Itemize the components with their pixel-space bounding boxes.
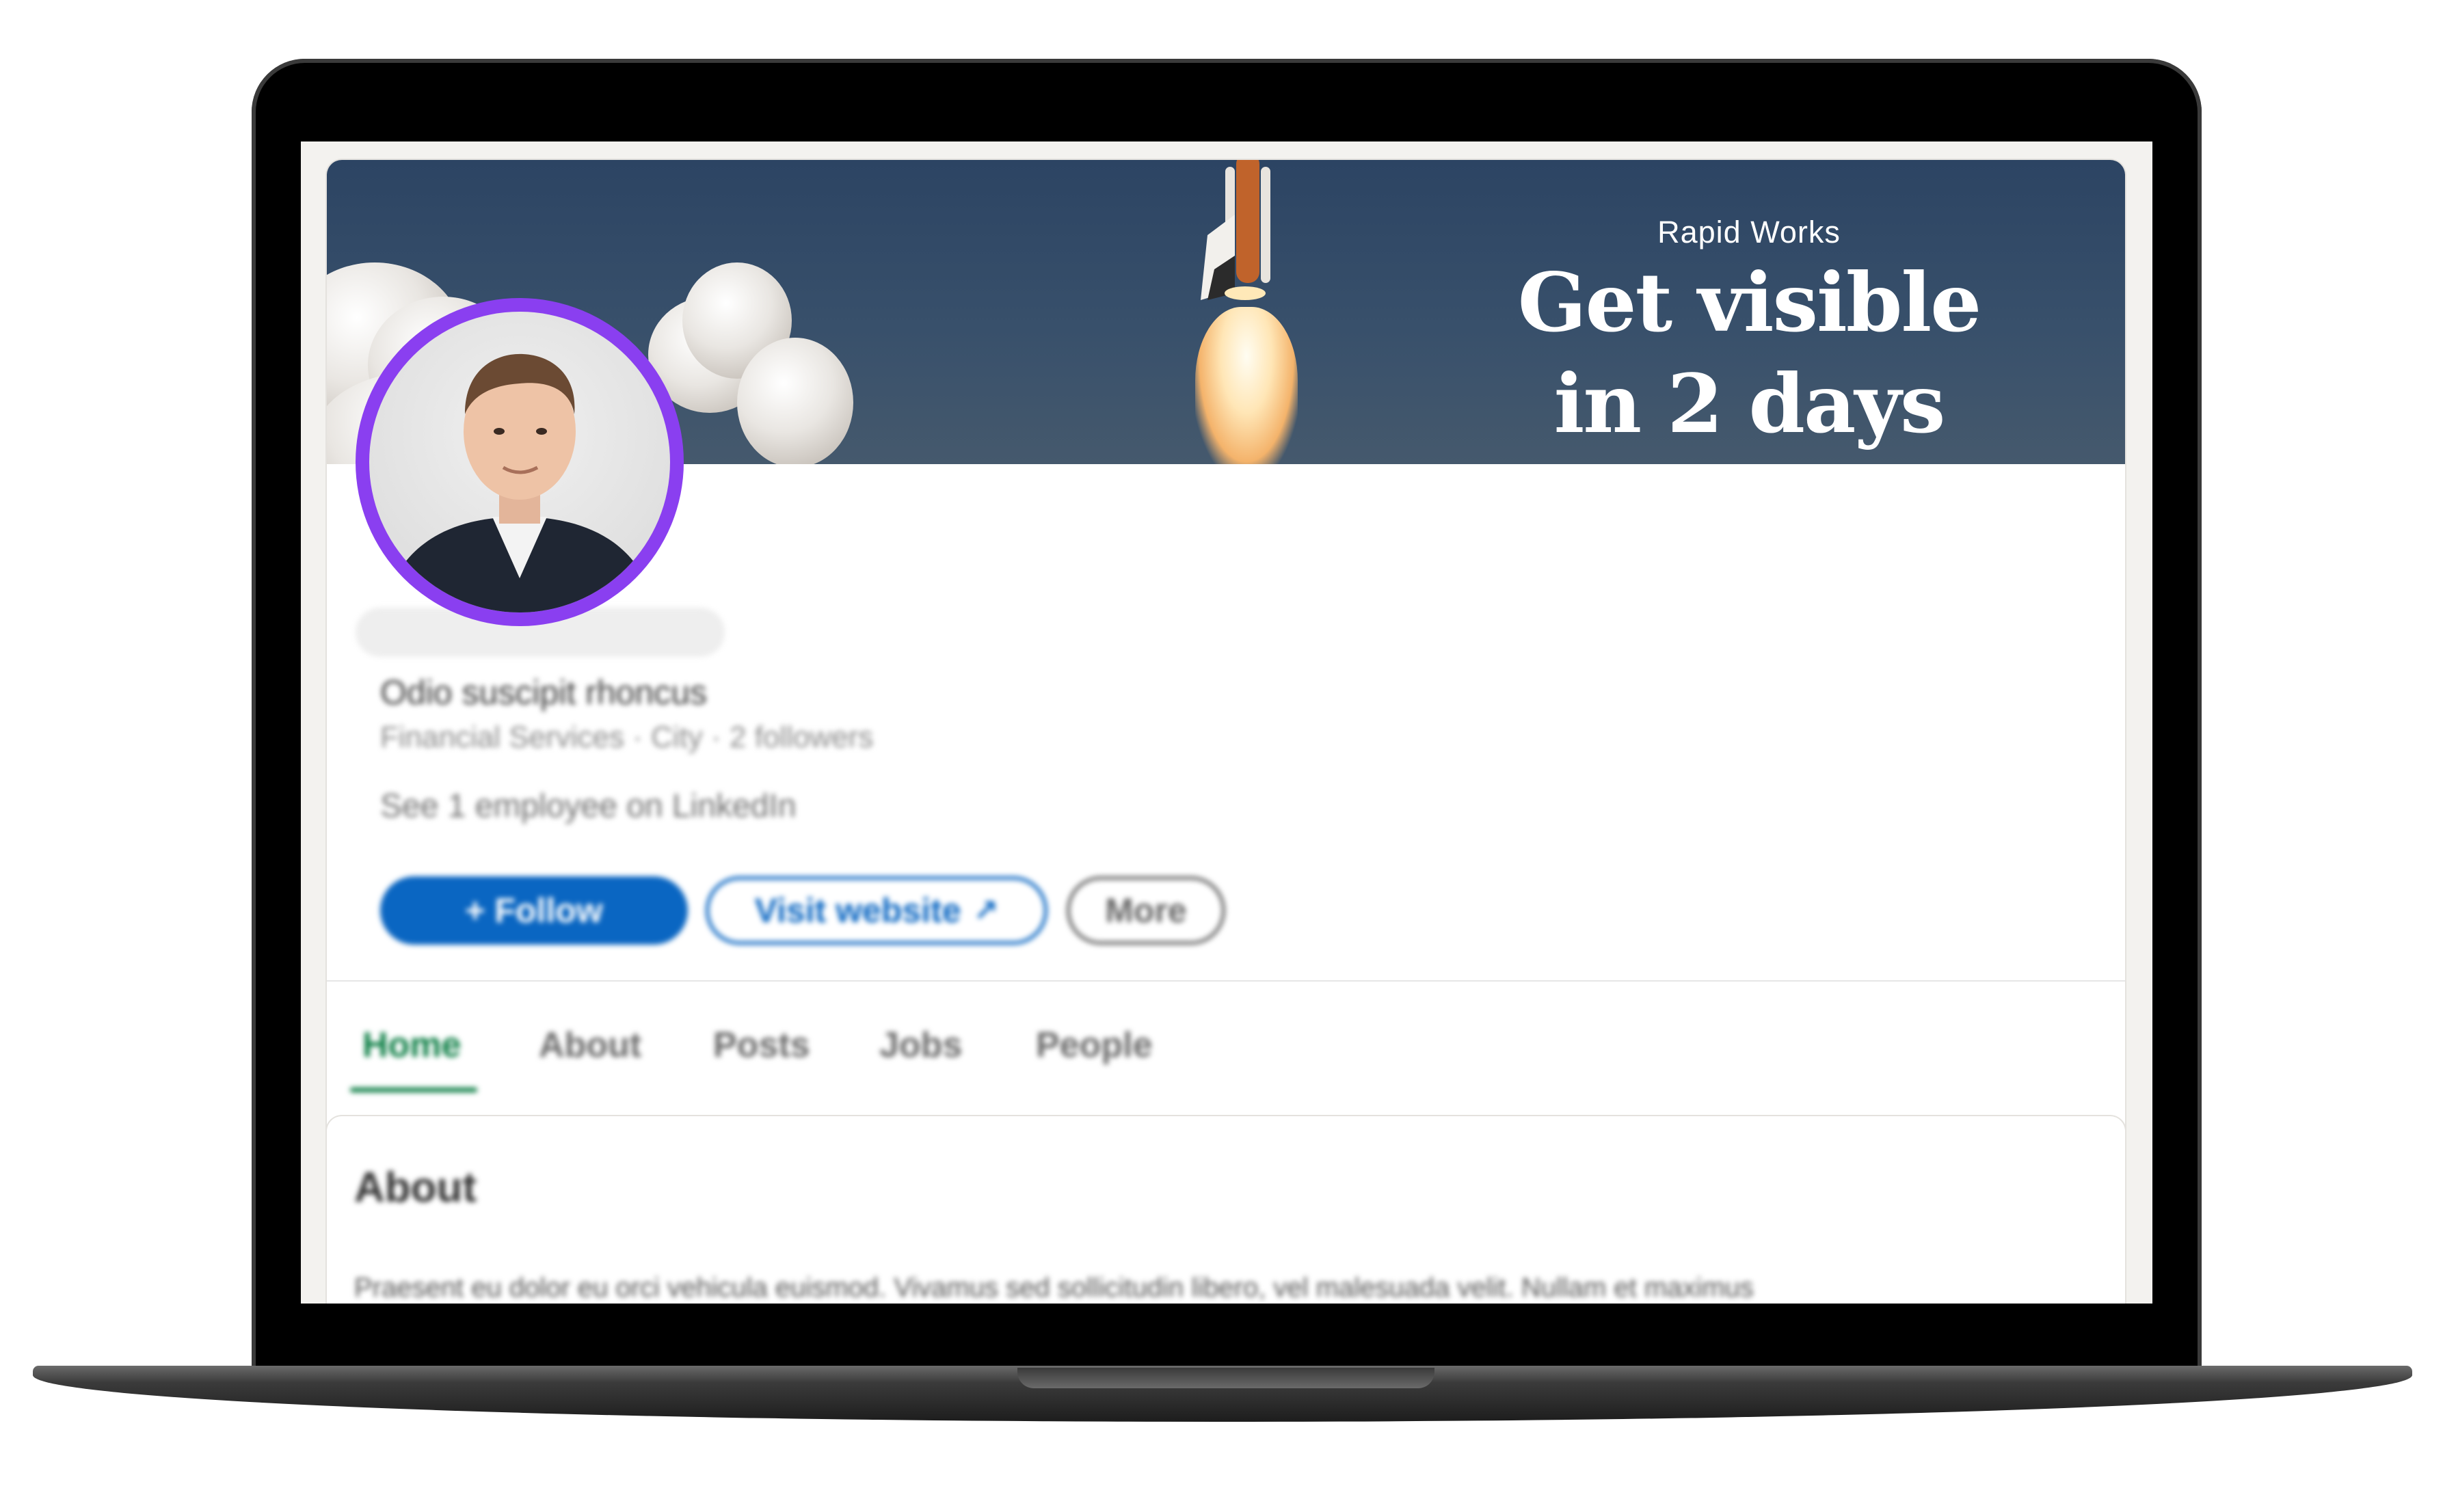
company-tagline: Odio suscipit rhoncus [380, 673, 708, 712]
tab-posts[interactable]: Posts [713, 1025, 810, 1066]
active-tab-indicator [350, 1088, 477, 1092]
visit-website-button[interactable]: Visit website ↗ [706, 876, 1047, 945]
external-link-icon: ↗ [973, 893, 999, 928]
employees-link[interactable]: See 1 employee on LinkedIn [380, 787, 796, 825]
more-label: More [1105, 891, 1187, 930]
headline-line-2: in 2 days [1553, 356, 1946, 451]
avatar[interactable] [369, 312, 670, 612]
tab-jobs[interactable]: Jobs [879, 1025, 962, 1066]
visit-website-label: Visit website [754, 891, 961, 930]
follow-label: + Follow [465, 891, 603, 930]
browser-screen: Rapid Works Get visible in 2 days Odio s… [301, 141, 2152, 1304]
person-photo [383, 353, 656, 612]
about-heading: About [354, 1164, 477, 1211]
laptop-hinge-notch [1017, 1368, 1434, 1388]
cover-brand-text: Rapid Works [1657, 215, 1841, 249]
tab-home[interactable]: Home [362, 1025, 461, 1066]
tabs-divider [327, 980, 2125, 982]
company-meta: Financial Services · City · 2 followers [380, 720, 874, 754]
tab-about[interactable]: About [539, 1025, 641, 1066]
company-top-card: Rapid Works Get visible in 2 days Odio s… [327, 160, 2125, 1234]
tab-people[interactable]: People [1036, 1025, 1153, 1066]
more-button[interactable]: More [1067, 876, 1225, 945]
about-text: Praesent eu dolor eu orci vehicula euism… [354, 1273, 1754, 1303]
follow-button[interactable]: + Follow [380, 876, 688, 945]
cover-headline: Get visible in 2 days [1489, 252, 2009, 455]
headline-line-1: Get visible [1517, 255, 1982, 350]
space-shuttle-graphic [1201, 160, 1270, 300]
